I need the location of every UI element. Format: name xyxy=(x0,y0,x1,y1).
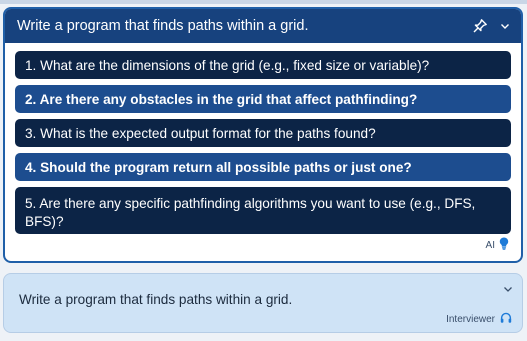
question-item-5[interactable]: 5. Are there any specific pathfinding al… xyxy=(15,187,511,234)
pin-icon[interactable] xyxy=(471,17,489,35)
question-item-4[interactable]: 4. Should the program return all possibl… xyxy=(15,153,511,181)
interviewer-label: Interviewer xyxy=(446,314,495,325)
interviewer-source-badge: Interviewer xyxy=(446,312,512,327)
question-text: 3. What is the expected output format fo… xyxy=(25,125,376,141)
top-strip xyxy=(0,0,527,4)
question-text: 4. Should the program return all possibl… xyxy=(25,159,412,175)
chevron-down-icon[interactable] xyxy=(502,282,514,294)
question-text: 1. What are the dimensions of the grid (… xyxy=(25,57,430,73)
question-item-3[interactable]: 3. What is the expected output format fo… xyxy=(15,119,511,147)
headphones-icon xyxy=(500,312,512,327)
ai-panel-title: Write a program that finds paths within … xyxy=(17,18,309,34)
question-text: 5. Are there any specific pathfinding al… xyxy=(25,196,476,229)
ai-label: AI xyxy=(485,239,495,251)
interviewer-text: Write a program that finds paths within … xyxy=(19,292,293,307)
ai-source-badge: AI xyxy=(486,237,509,253)
ai-panel-header: Write a program that finds paths within … xyxy=(5,9,521,43)
question-text: 2. Are there any obstacles in the grid t… xyxy=(25,91,418,107)
ai-response-panel: Write a program that finds paths within … xyxy=(3,7,523,263)
lightbulb-icon xyxy=(499,237,509,253)
interviewer-panel: Write a program that finds paths within … xyxy=(3,273,523,333)
question-item-1[interactable]: 1. What are the dimensions of the grid (… xyxy=(15,51,511,79)
question-item-2[interactable]: 2. Are there any obstacles in the grid t… xyxy=(15,85,511,113)
chevron-down-icon[interactable] xyxy=(499,20,511,32)
